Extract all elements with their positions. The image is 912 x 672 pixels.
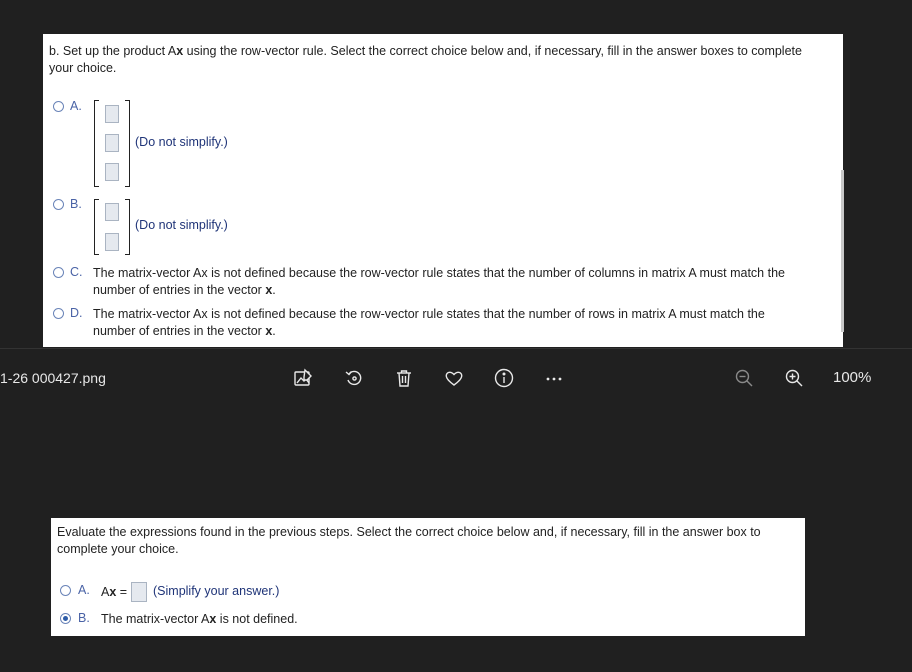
edit-image-icon[interactable] (292, 367, 314, 389)
scrollbar[interactable] (841, 170, 844, 332)
option-d-text: The matrix-vector Ax is not defined beca… (93, 307, 765, 338)
radio-option-b-selected[interactable] (60, 613, 71, 624)
favorite-icon[interactable] (443, 367, 465, 389)
answer-box-a2[interactable] (105, 134, 119, 152)
zoom-level: 100% (833, 369, 872, 386)
right-bracket (125, 100, 130, 187)
instruction-b: b. Set up the product Ax using the row-v… (49, 44, 802, 75)
rotate-icon[interactable] (343, 367, 365, 389)
option-b-hint: (Do not simplify.) (135, 218, 228, 232)
radio-option-b[interactable] (53, 199, 64, 210)
answer-box-a1[interactable] (105, 105, 119, 123)
question-panel-b (43, 34, 843, 347)
left-bracket (94, 100, 99, 187)
option-b-label: B. (70, 197, 82, 211)
zoom-out-icon[interactable] (733, 367, 755, 389)
instruction-evaluate: Evaluate the expressions found in the pr… (57, 525, 761, 556)
option-c-label: C. (70, 265, 83, 279)
radio-option-d[interactable] (53, 308, 64, 319)
option-a-hint: (Do not simplify.) (135, 135, 228, 149)
option-b-label: B. (78, 611, 90, 625)
file-name: 1-26 000427.png (0, 370, 106, 386)
option-b-text: The matrix-vector Ax is not defined. (101, 612, 298, 626)
option-a-label: A. (70, 99, 82, 113)
left-bracket (94, 199, 99, 255)
radio-option-a[interactable] (60, 585, 71, 596)
info-icon[interactable] (493, 367, 515, 389)
option-d-label: D. (70, 306, 83, 320)
zoom-in-icon[interactable] (783, 367, 805, 389)
answer-box-b1[interactable] (105, 203, 119, 221)
option-a-hint: (Simplify your answer.) (153, 584, 280, 598)
radio-option-a[interactable] (53, 101, 64, 112)
answer-box-b2[interactable] (105, 233, 119, 251)
right-bracket (125, 199, 130, 255)
option-a-label: A. (78, 583, 90, 597)
option-c-text: The matrix-vector Ax is not defined beca… (93, 266, 785, 297)
radio-option-c[interactable] (53, 267, 64, 278)
delete-icon[interactable] (393, 367, 415, 389)
answer-box-a3[interactable] (105, 163, 119, 181)
more-icon[interactable] (543, 367, 565, 389)
option-a-expression: Ax = (101, 585, 128, 599)
answer-box-ax[interactable] (131, 582, 147, 602)
